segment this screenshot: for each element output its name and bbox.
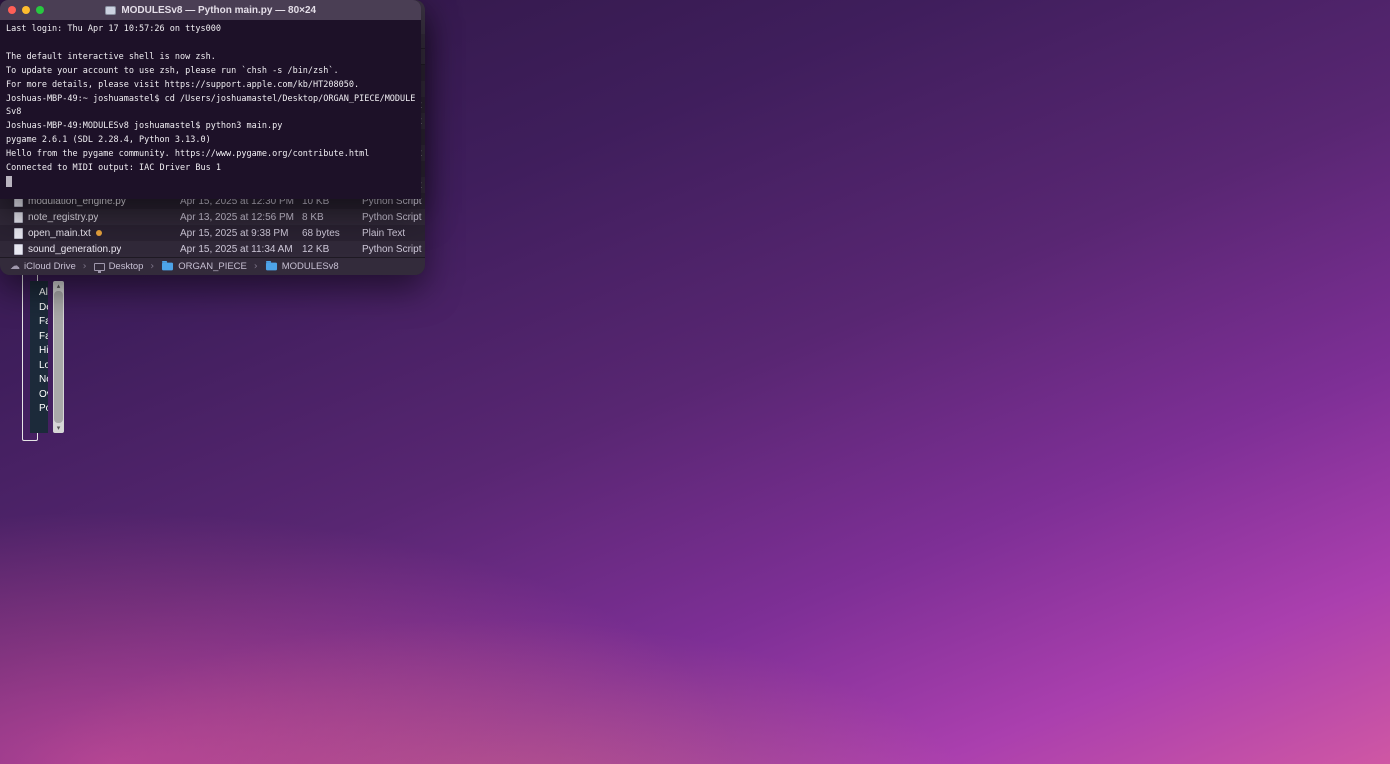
folder-icon — [162, 263, 173, 271]
terminal-icon — [105, 6, 116, 15]
file-name: note_registry.py — [28, 212, 98, 223]
close-button[interactable] — [8, 6, 16, 14]
file-row[interactable]: sound_generation.py Apr 15, 2025 at 11:34… — [0, 241, 425, 257]
desktop-icon — [94, 263, 105, 271]
mappings-box: All Fade Time ↔ CC#23Density ↔ CC#0Fade-… — [22, 273, 38, 441]
file-name: open_main.txt — [28, 228, 91, 239]
terminal-output[interactable]: Last login: Thu Apr 17 10:57:26 on ttys0… — [0, 20, 421, 199]
terminal-window: MODULESv8 — Python main.py — 80×24 Last … — [0, 0, 421, 199]
file-row[interactable]: open_main.txt Apr 15, 2025 at 9:38 PM68 b… — [0, 225, 425, 241]
tag-dot — [96, 230, 102, 236]
mappings-scrollbar[interactable]: ▴ ▾ — [53, 281, 64, 433]
terminal-line: The default interactive shell is now zsh… — [6, 51, 415, 65]
terminal-line: Connected to MIDI output: IAC Driver Bus… — [6, 162, 415, 176]
terminal-line: For more details, please visit https://s… — [6, 79, 415, 93]
file-date: Apr 15, 2025 at 9:38 PM — [180, 228, 302, 239]
path-separator-icon: › — [254, 261, 258, 272]
file-size: 12 KB — [302, 244, 362, 255]
file-date: Apr 13, 2025 at 12:56 PM — [180, 212, 302, 223]
scroll-down-icon[interactable]: ▾ — [57, 424, 61, 432]
terminal-line: Joshuas-MBP-49:MODULESv8 joshuamastel$ p… — [6, 120, 415, 134]
folder-icon — [266, 263, 277, 271]
minimize-button[interactable] — [22, 6, 30, 14]
file-name: sound_generation.py — [28, 244, 121, 255]
path-label: iCloud Drive — [24, 261, 76, 272]
doc-icon — [14, 228, 23, 239]
terminal-line: Joshuas-MBP-49:~ joshuamastel$ cd /Users… — [6, 93, 415, 107]
file-row[interactable]: note_registry.py Apr 13, 2025 at 12:56 PM… — [0, 209, 425, 225]
file-date: Apr 15, 2025 at 11:34 AM — [180, 244, 302, 255]
path-label: Desktop — [109, 261, 144, 272]
path-item-organ-piece[interactable]: ORGAN_PIECE — [161, 261, 247, 272]
file-kind: Plain Text — [362, 228, 425, 239]
path-item-icloud-drive[interactable]: ☁ iCloud Drive — [10, 261, 76, 272]
window-title: MODULESv8 — Python main.py — 80×24 — [121, 5, 316, 16]
terminal-line: Sv8 — [6, 106, 415, 120]
terminal-line: pygame 2.6.1 (SDL 2.28.4, Python 3.13.0) — [6, 134, 415, 148]
controller-mappings-list[interactable]: All Fade Time ↔ CC#23Density ↔ CC#0Fade-… — [30, 281, 48, 433]
doc-icon — [14, 244, 23, 255]
path-separator-icon: › — [83, 261, 87, 272]
scrollbar-thumb[interactable] — [54, 291, 63, 423]
terminal-line — [6, 37, 415, 51]
terminal-cursor — [6, 176, 12, 187]
path-item-desktop[interactable]: Desktop — [94, 261, 144, 272]
file-kind: Python Script — [362, 212, 425, 223]
terminal-line: To update your account to use zsh, pleas… — [6, 65, 415, 79]
path-separator-icon: › — [150, 261, 154, 272]
path-item-modulesv8[interactable]: MODULESv8 — [265, 261, 339, 272]
terminal-window-title: MODULESv8 — Python main.py — 80×24 — [0, 5, 421, 16]
path-label: MODULESv8 — [282, 261, 339, 272]
doc-icon — [14, 212, 23, 223]
finder-path-bar[interactable]: ☁ iCloud Drive › Desktop › ORGAN_PIECE › MODULE… — [0, 257, 425, 275]
terminal-line: Hello from the pygame community. https:/… — [6, 148, 415, 162]
zoom-button[interactable] — [36, 6, 44, 14]
icloud-icon: ☁ — [10, 262, 20, 272]
file-size: 8 KB — [302, 212, 362, 223]
file-kind: Python Script — [362, 244, 425, 255]
path-label: ORGAN_PIECE — [178, 261, 247, 272]
scroll-up-icon[interactable]: ▴ — [57, 282, 61, 290]
terminal-titlebar[interactable]: MODULESv8 — Python main.py — 80×24 — [0, 0, 421, 20]
terminal-line: Last login: Thu Apr 17 10:57:26 on ttys0… — [6, 23, 415, 37]
file-size: 68 bytes — [302, 228, 362, 239]
